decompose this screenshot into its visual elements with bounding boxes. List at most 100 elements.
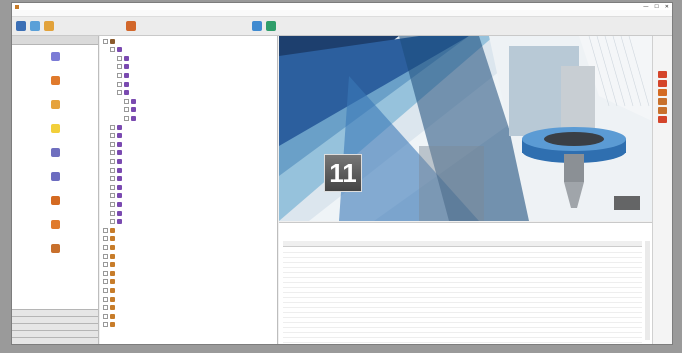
tree-node[interactable] [110,184,124,190]
tree-node[interactable] [103,244,117,250]
tree-node[interactable] [103,227,117,233]
close-button[interactable]: ✕ [665,4,669,10]
expand-icon[interactable] [103,296,108,302]
expand-icon[interactable] [117,72,122,78]
tree-node[interactable] [103,322,117,328]
tree-node[interactable] [117,81,131,87]
tree-node[interactable] [110,47,124,53]
expand-icon[interactable] [103,262,108,268]
grid-column-header[interactable] [283,241,359,246]
left-panel-item[interactable] [12,189,98,213]
expand-icon[interactable] [110,184,115,190]
grid-scrollbar[interactable] [645,241,650,340]
expand-icon[interactable] [110,124,115,130]
minimize-button[interactable]: — [643,4,648,10]
tree-node[interactable] [110,193,124,199]
tree-node[interactable] [103,38,117,44]
left-panel-item[interactable] [12,93,98,117]
expand-icon[interactable] [124,115,129,121]
expand-icon[interactable] [110,141,115,147]
grid-column-header[interactable] [619,241,631,246]
tree-node[interactable] [110,158,124,164]
tree-node[interactable] [103,296,117,302]
tree-node[interactable] [103,270,117,276]
expand-icon[interactable] [103,287,108,293]
expand-icon[interactable] [103,305,108,311]
grid-column-header[interactable] [529,241,561,246]
left-panel-item[interactable] [12,213,98,237]
expand-icon[interactable] [110,201,115,207]
tree-node[interactable] [103,305,117,311]
left-panel-tab-button[interactable] [12,337,98,344]
tree-node[interactable] [124,107,138,113]
expand-icon[interactable] [103,244,108,250]
tree-node[interactable] [110,176,124,182]
stop-icon[interactable] [658,80,667,87]
left-panel-tab-button[interactable] [12,323,98,330]
tree-node[interactable] [103,253,117,259]
tree-node[interactable] [117,64,131,70]
grid-row[interactable] [283,342,642,344]
expand-icon[interactable] [124,107,129,113]
import-icon[interactable] [44,21,54,31]
expand-icon[interactable] [103,38,108,44]
tree-node[interactable] [110,167,124,173]
tree-node[interactable] [124,98,138,104]
expand-icon[interactable] [103,236,108,242]
expand-icon[interactable] [103,313,108,319]
tree-node[interactable] [110,150,124,156]
tree-node[interactable] [117,72,131,78]
tree-node[interactable] [110,124,124,130]
report-icon[interactable] [658,89,667,96]
tree-node[interactable] [103,279,117,285]
tree-node[interactable] [103,236,117,242]
tree-node[interactable] [117,55,131,61]
expand-icon[interactable] [103,270,108,276]
grid-column-header[interactable] [459,241,529,246]
run-icon[interactable] [658,71,667,78]
expand-icon[interactable] [110,47,115,53]
tree-node[interactable] [110,210,124,216]
simulate-icon[interactable] [252,21,262,31]
expand-icon[interactable] [117,81,122,87]
tree-node[interactable] [117,90,131,96]
left-panel-tab-button[interactable] [12,309,98,316]
expand-icon[interactable] [110,210,115,216]
maximize-button[interactable]: ☐ [654,4,658,10]
left-panel-tab-button[interactable] [12,330,98,337]
left-panel-item[interactable] [12,141,98,165]
tree-node[interactable] [103,262,117,268]
verify-icon[interactable] [266,21,276,31]
expand-icon[interactable] [103,227,108,233]
expand-icon[interactable] [117,55,122,61]
expand-icon[interactable] [103,279,108,285]
tree-node[interactable] [124,115,138,121]
expand-icon[interactable] [110,167,115,173]
tree-node[interactable] [103,287,117,293]
left-panel-item[interactable] [12,237,98,261]
project-tree[interactable] [100,36,278,344]
left-panel-item[interactable] [12,117,98,141]
left-panel-tab-button[interactable] [12,316,98,323]
open-icon[interactable] [16,21,26,31]
expand-icon[interactable] [110,193,115,199]
expand-icon[interactable] [117,90,122,96]
grid-column-header[interactable] [359,241,459,246]
tree-node[interactable] [103,313,117,319]
export-icon[interactable] [658,98,667,105]
expand-icon[interactable] [110,176,115,182]
grid-column-header[interactable] [583,241,603,246]
expand-icon[interactable] [103,253,108,259]
tree-node[interactable] [110,133,124,139]
tree-node[interactable] [110,201,124,207]
left-panel-item[interactable] [12,165,98,189]
tree-node[interactable] [110,141,124,147]
save-icon[interactable] [30,21,40,31]
expand-icon[interactable] [110,150,115,156]
left-panel-item[interactable] [12,45,98,69]
expand-icon[interactable] [110,133,115,139]
print-icon[interactable] [658,107,667,114]
expand-icon[interactable] [110,219,115,225]
home-icon[interactable] [126,21,136,31]
expand-icon[interactable] [124,98,129,104]
